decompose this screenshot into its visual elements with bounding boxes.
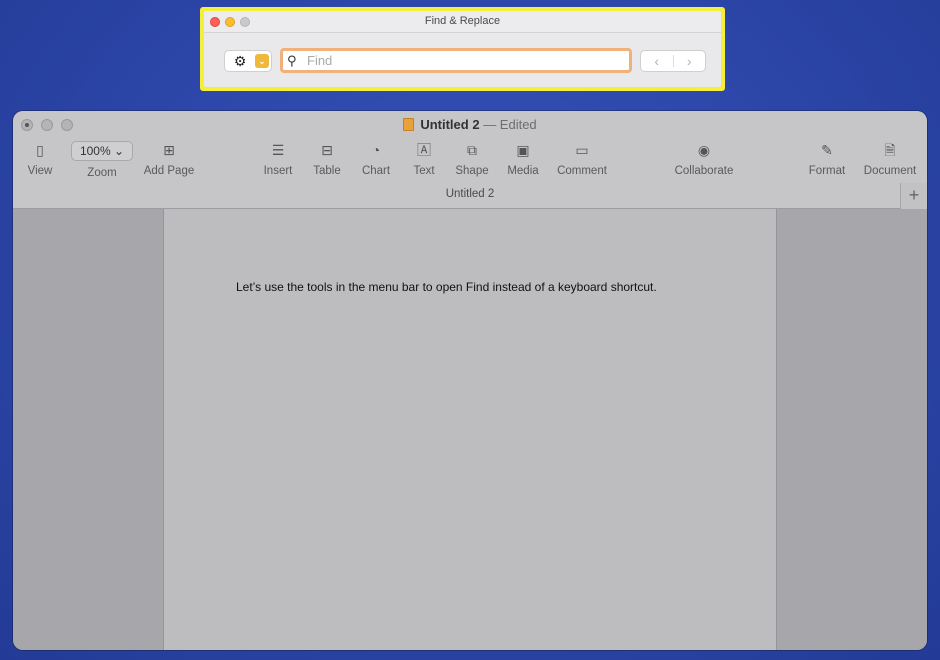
add-page-icon: ⊞: [163, 142, 175, 158]
zoom-label: Zoom: [87, 167, 117, 179]
document-status: — Edited: [483, 117, 537, 132]
shape-label: Shape: [455, 165, 489, 177]
document-label: Document: [863, 165, 917, 177]
format-label: Format: [808, 165, 846, 177]
find-field[interactable]: ⚲: [280, 48, 632, 73]
view-button[interactable]: ▯ View: [25, 141, 55, 177]
media-button[interactable]: ▣ Media: [505, 141, 541, 177]
comment-icon: ▭: [575, 142, 589, 158]
text-box-icon: 🄰: [417, 142, 431, 158]
find-options-group[interactable]: ⚙ ⌄: [224, 50, 272, 72]
table-label: Table: [313, 165, 341, 177]
document-title: Untitled 2 — Edited: [13, 117, 927, 132]
text-button[interactable]: 🄰 Text: [409, 141, 439, 177]
insert-button[interactable]: ☰ Insert: [259, 141, 297, 177]
find-input[interactable]: [307, 53, 629, 68]
text-label: Text: [413, 165, 435, 177]
view-label: View: [27, 165, 53, 177]
find-body: ⚙ ⌄ ⚲ ‹ ›: [204, 33, 721, 87]
gear-icon[interactable]: ⚙: [225, 51, 255, 71]
toolbar: Untitled 2 — Edited ▯ View 100% ⌄ Zoom ⊞…: [13, 111, 927, 209]
media-icon: ▣: [516, 142, 530, 158]
find-navigation: ‹ ›: [640, 50, 706, 72]
new-tab-button[interactable]: +: [900, 183, 927, 209]
chart-label: Chart: [361, 165, 391, 177]
document-name: Untitled 2: [420, 117, 480, 132]
tab-untitled-2[interactable]: Untitled 2: [13, 188, 927, 200]
document-canvas: Let’s use the tools in the menu bar to o…: [13, 209, 927, 650]
collaborate-icon: ◉: [697, 142, 711, 158]
document-page[interactable]: Let’s use the tools in the menu bar to o…: [163, 209, 777, 650]
paintbrush-icon: ✎: [821, 142, 833, 158]
add-page-button[interactable]: ⊞ Add Page: [141, 141, 197, 177]
collaborate-button[interactable]: ◉ Collaborate: [671, 141, 737, 177]
table-icon: ⊟: [321, 142, 333, 158]
chart-button[interactable]: ◔ Chart: [357, 141, 395, 177]
find-replace-highlight: Find & Replace ⚙ ⌄ ⚲ ‹ ›: [200, 7, 725, 91]
find-replace-window: Find & Replace ⚙ ⌄ ⚲ ‹ ›: [204, 11, 721, 87]
table-button[interactable]: ⊟ Table: [309, 141, 345, 177]
shape-button[interactable]: ⧉ Shape: [453, 141, 491, 177]
comment-label: Comment: [557, 165, 607, 177]
document-icon: [403, 118, 415, 131]
chevron-left-icon[interactable]: ‹: [641, 51, 673, 71]
pages-document-window: Untitled 2 — Edited ▯ View 100% ⌄ Zoom ⊞…: [13, 111, 927, 650]
chart-icon: ◔: [371, 142, 381, 158]
find-titlebar: Find & Replace: [204, 11, 721, 33]
zoom-select[interactable]: 100% ⌄: [71, 141, 133, 161]
media-label: Media: [507, 165, 539, 177]
sidebar-icon: ▯: [36, 142, 44, 158]
chevron-down-icon[interactable]: ⌄: [255, 54, 269, 68]
insert-label: Insert: [263, 165, 293, 177]
zoom-control[interactable]: 100% ⌄ Zoom: [70, 141, 134, 179]
document-inspector-icon: 🗎: [884, 142, 896, 158]
add-page-label: Add Page: [143, 165, 195, 177]
collaborate-label: Collaborate: [674, 165, 734, 177]
chevron-right-icon[interactable]: ›: [674, 51, 706, 71]
find-window-title: Find & Replace: [424, 15, 501, 27]
comment-button[interactable]: ▭ Comment: [555, 141, 609, 177]
insert-icon: ☰: [271, 142, 285, 158]
document-button[interactable]: 🗎 Document: [861, 141, 919, 177]
shape-icon: ⧉: [467, 142, 477, 158]
body-text[interactable]: Let’s use the tools in the menu bar to o…: [236, 280, 657, 294]
search-icon[interactable]: ⚲: [287, 53, 307, 69]
format-button[interactable]: ✎ Format: [807, 141, 847, 177]
